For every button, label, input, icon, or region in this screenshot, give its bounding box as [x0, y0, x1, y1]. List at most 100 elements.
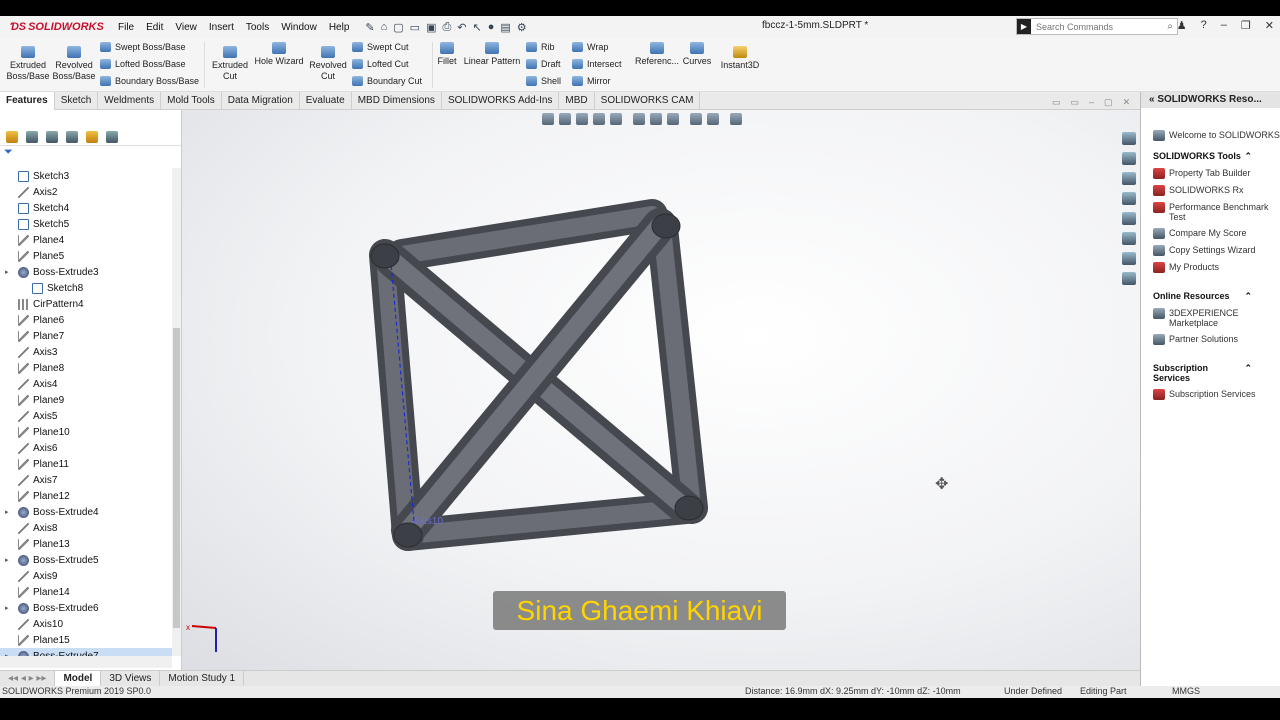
edit-appearance-icon[interactable] — [690, 113, 702, 125]
tab-sketch[interactable]: Sketch — [55, 91, 99, 110]
open-icon[interactable]: ▭ — [410, 21, 420, 34]
menu-window[interactable]: Window — [275, 22, 323, 33]
online-section-header[interactable]: Online Resources ⌃ — [1141, 277, 1280, 306]
menu-tools[interactable]: Tools — [240, 22, 275, 33]
tree-item[interactable]: Plane9 — [0, 392, 172, 408]
extruded-cut-button[interactable]: Extruded Cut — [208, 46, 252, 82]
tool-link[interactable]: Compare My Score — [1141, 226, 1280, 243]
dimxpert-tab-icon[interactable] — [66, 130, 78, 143]
tree-item[interactable]: Plane14 — [0, 584, 172, 600]
minimize-icon[interactable]: – — [1221, 19, 1227, 32]
tree-item[interactable]: Axis3 — [0, 344, 172, 360]
search-input[interactable] — [1031, 21, 1168, 32]
options-icon[interactable]: ⚙ — [517, 21, 527, 34]
tool-link[interactable]: SOLIDWORKS Rx — [1141, 183, 1280, 200]
tree-horizontal-scrollbar[interactable] — [0, 656, 172, 668]
expand-arrow-icon[interactable]: ▸ — [5, 604, 9, 612]
tree-item[interactable]: Axis5 — [0, 408, 172, 424]
menu-file[interactable]: File — [112, 22, 140, 33]
boundary-cut-button[interactable]: Boundary Cut — [352, 76, 422, 86]
tab-model[interactable]: Model — [55, 671, 102, 686]
subscription-section-header[interactable]: Subscription Services ⌃ — [1141, 349, 1280, 387]
tab-weldments[interactable]: Weldments — [98, 91, 162, 110]
resources-home-icon[interactable] — [1122, 132, 1136, 145]
view-palette-icon[interactable] — [1122, 192, 1136, 205]
view-settings-icon[interactable] — [730, 113, 742, 125]
draft-button[interactable]: Draft — [526, 59, 561, 69]
file-explorer-icon[interactable] — [1122, 172, 1136, 185]
custom-properties-icon[interactable] — [1122, 232, 1136, 245]
menu-insert[interactable]: Insert — [203, 22, 240, 33]
rib-button[interactable]: Rib — [526, 42, 555, 52]
tree-item[interactable]: Axis7 — [0, 472, 172, 488]
tree-item[interactable]: CirPattern4 — [0, 296, 172, 312]
search-scope-icon[interactable]: ▶ — [1017, 19, 1031, 34]
reference-geometry-button[interactable]: Referenc... — [634, 42, 680, 67]
expand-arrow-icon[interactable]: ▸ — [5, 556, 9, 564]
collapse-icon[interactable]: ⌃ — [1244, 151, 1252, 162]
restore-icon[interactable]: ❐ — [1241, 19, 1251, 32]
tree-item[interactable]: Axis4 — [0, 376, 172, 392]
display-manager-tab-icon[interactable] — [86, 130, 98, 143]
collapse-icon[interactable]: ⌃ — [1244, 363, 1252, 383]
tree-item[interactable]: Plane15 — [0, 632, 172, 648]
tree-vertical-scrollbar[interactable] — [172, 168, 181, 656]
tree-item[interactable]: Plane10 — [0, 424, 172, 440]
apply-scene-icon[interactable] — [707, 113, 719, 125]
tile-icon[interactable]: ▭ — [1052, 97, 1061, 108]
dynamic-annotation-icon[interactable] — [610, 113, 622, 125]
tool-link[interactable]: Performance Benchmark Test — [1141, 200, 1280, 226]
forum-icon[interactable] — [1122, 252, 1136, 265]
new-document-icon[interactable]: ▢ — [393, 21, 403, 34]
tree-item[interactable]: Sketch8 — [0, 280, 172, 296]
subscription-link[interactable]: Subscription Services — [1141, 387, 1280, 404]
pin-icon[interactable]: ✎ — [365, 21, 374, 34]
online-link[interactable]: Partner Solutions — [1141, 332, 1280, 349]
design-library-icon[interactable] — [1122, 152, 1136, 165]
solidworks-forum-icon[interactable] — [1122, 272, 1136, 285]
tab-mbd[interactable]: MBD — [559, 91, 595, 110]
tree-item[interactable]: ▸ Boss-Extrude3 — [0, 264, 172, 280]
save-icon[interactable]: ▣ — [426, 21, 436, 34]
tree-item[interactable]: ▸ Boss-Extrude4 — [0, 504, 172, 520]
tab-motion-study[interactable]: Motion Study 1 — [160, 671, 245, 686]
tab-solidworks-cam[interactable]: SOLIDWORKS CAM — [595, 91, 701, 110]
hide-show-items-icon[interactable] — [667, 113, 679, 125]
revolved-boss-button[interactable]: Revolved Boss/Base — [52, 46, 96, 82]
tab-features[interactable]: Features — [0, 91, 55, 110]
tab-mbd-dimensions[interactable]: MBD Dimensions — [352, 91, 442, 110]
configuration-manager-tab-icon[interactable] — [46, 130, 58, 143]
lofted-cut-button[interactable]: Lofted Cut — [352, 59, 409, 69]
collapse-icon[interactable]: ⌃ — [1244, 291, 1252, 302]
print-icon[interactable]: ⎙ — [442, 21, 451, 34]
cam-tab-icon[interactable] — [106, 130, 118, 143]
previous-view-icon[interactable] — [576, 113, 588, 125]
lattice-model[interactable]: Axis10 — [182, 110, 1140, 670]
close-doc-icon[interactable]: ✕ — [1123, 97, 1131, 108]
undo-icon[interactable]: ↶ — [457, 21, 466, 34]
zoom-to-fit-icon[interactable] — [542, 113, 554, 125]
expand-arrow-icon[interactable]: ▸ — [5, 508, 9, 516]
extruded-boss-button[interactable]: Extruded Boss/Base — [6, 46, 50, 82]
tree-item[interactable]: ▸ Boss-Extrude5 — [0, 552, 172, 568]
intersect-button[interactable]: Intersect — [572, 59, 622, 69]
user-icon[interactable]: ♟ — [1177, 19, 1187, 32]
file-properties-icon[interactable]: ▤ — [500, 21, 510, 34]
mirror-button[interactable]: Mirror — [572, 76, 611, 86]
linear-pattern-button[interactable]: Linear Pattern — [462, 42, 522, 67]
close-icon[interactable]: ✕ — [1265, 19, 1274, 32]
tree-item[interactable]: Plane12 — [0, 488, 172, 504]
section-view-icon[interactable] — [593, 113, 605, 125]
tree-item[interactable]: ▸Boss-Extrude7 — [0, 648, 172, 656]
tool-link[interactable]: My Products — [1141, 260, 1280, 277]
lofted-boss-button[interactable]: Lofted Boss/Base — [100, 59, 186, 69]
tree-item[interactable]: Plane5 — [0, 248, 172, 264]
tree-item[interactable]: Axis10 — [0, 616, 172, 632]
tab-3d-views[interactable]: 3D Views — [101, 671, 161, 686]
tab-nav-arrows[interactable]: ◂◂ ◂ ▸ ▸▸ — [0, 671, 56, 686]
tree-item[interactable]: Plane11 — [0, 456, 172, 472]
menu-edit[interactable]: Edit — [140, 22, 169, 33]
home-icon[interactable]: ⌂ — [381, 21, 388, 33]
tree-item[interactable]: Sketch3 — [0, 168, 172, 184]
tools-section-header[interactable]: SOLIDWORKS Tools ⌃ — [1141, 145, 1280, 166]
